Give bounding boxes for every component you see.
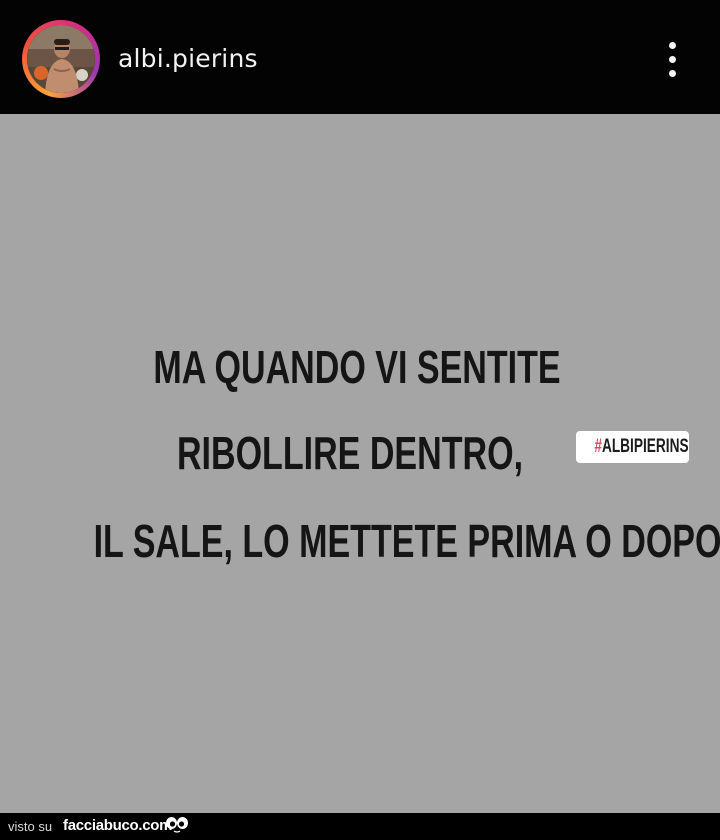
eyes-icon [166, 817, 188, 833]
hashtag-sticker[interactable]: #ALBIPIERINS [576, 431, 689, 463]
hashtag-text: ALBIPIERINS [601, 436, 689, 457]
avatar-photo [27, 25, 95, 93]
more-options-button[interactable] [658, 38, 688, 82]
more-vertical-icon-dot [669, 56, 676, 63]
story-header: albi.pierins [0, 0, 720, 114]
story-image[interactable]: MA QUANDO VI SENTITE RIBOLLIRE DENTRO, I… [0, 114, 720, 813]
hashtag-label: #ALBIPIERINS [594, 437, 688, 456]
profile-avatar[interactable] [27, 25, 95, 93]
hashtag-symbol: # [594, 436, 602, 457]
story-ring[interactable] [22, 20, 100, 98]
instagram-story-screen: albi.pierins MA QUANDO VI SENTITE RIBOLL… [0, 0, 720, 840]
visto-su-label: visto su [8, 819, 53, 834]
site-name[interactable]: facciabuco.com [63, 817, 172, 834]
more-vertical-icon-dot [669, 70, 676, 77]
caption-line-3: IL SALE, LO METTETE PRIMA O DOPO? [93, 515, 720, 567]
username[interactable]: albi.pierins [118, 44, 258, 73]
caption-line-2: RIBOLLIRE DENTRO, [176, 427, 524, 479]
caption-line-1: MA QUANDO VI SENTITE [153, 341, 561, 393]
watermark-footer: visto su facciabuco.com [0, 813, 720, 840]
more-vertical-icon [669, 42, 676, 49]
